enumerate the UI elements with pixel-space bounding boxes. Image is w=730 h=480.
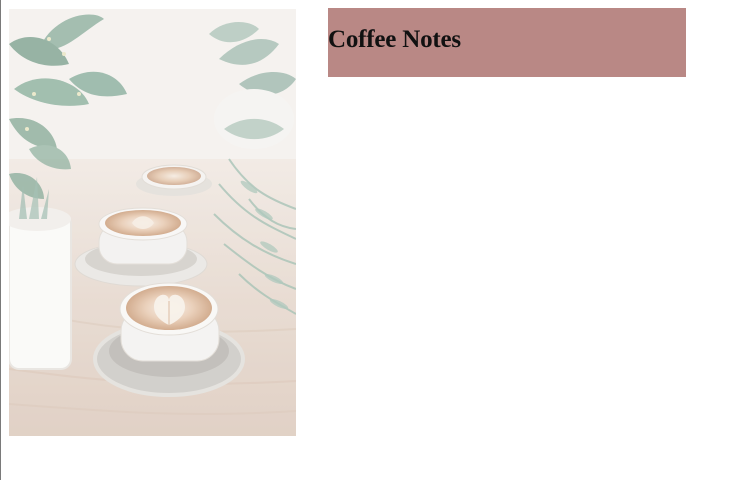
coffee-photo-art <box>9 9 296 436</box>
page-title: Coffee Notes <box>328 26 461 53</box>
coffee-photo <box>9 9 296 436</box>
title-card: Coffee Notes <box>328 8 686 77</box>
left-border <box>0 0 1 480</box>
